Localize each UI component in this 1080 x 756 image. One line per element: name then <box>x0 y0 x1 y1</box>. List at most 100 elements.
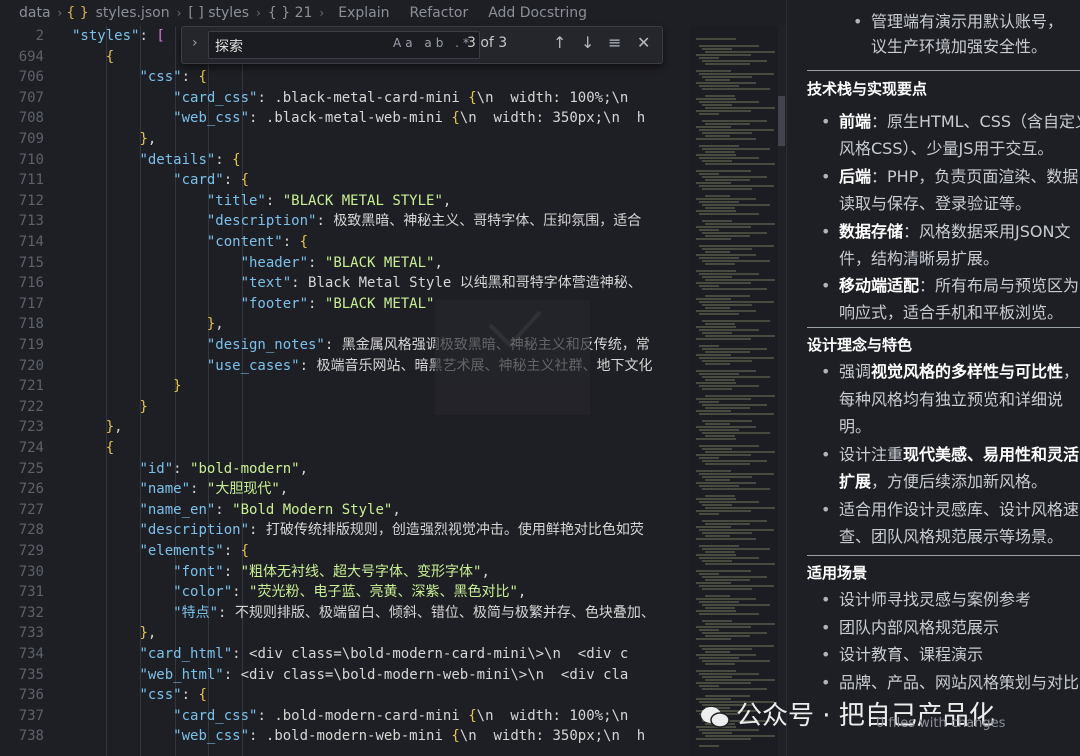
minimap-line <box>699 345 719 347</box>
codelens-explain[interactable]: Explain <box>328 5 399 21</box>
list-item-text: 议生产环境加强安全性。 <box>871 37 1048 56</box>
chat-panel[interactable]: • 管理端有演示用默认账号， 议生产环境加强安全性。 技术栈与实现要点 • 前端：原生HT… <box>786 0 1080 756</box>
code-line[interactable]: 709 }, <box>0 129 690 150</box>
scrollbar-thumb[interactable] <box>778 96 785 146</box>
code-line[interactable]: 724 { <box>0 438 690 459</box>
code-line[interactable]: 716 "text": Black Metal Style 以纯黑和哥特字体营造… <box>0 273 690 294</box>
minimap-line <box>705 507 775 509</box>
minimap-line <box>699 145 739 147</box>
code-line[interactable]: 726 "name": "大胆现代", <box>0 479 690 500</box>
minimap-line <box>705 463 750 465</box>
list-item: 议生产环境加强安全性。 <box>871 33 1047 61</box>
code-line[interactable]: 736 "css": { <box>0 685 690 706</box>
code-line[interactable]: 734 "card_html": <div class=\bold-modern… <box>0 644 690 665</box>
minimap-line <box>696 138 756 140</box>
close-icon[interactable]: ✕ <box>637 33 650 52</box>
minimap-line <box>702 88 770 90</box>
code-line[interactable]: 729 "elements": { <box>0 541 690 562</box>
code-line[interactable]: 706 "css": { <box>0 67 690 88</box>
minimap-line <box>702 732 732 734</box>
code-line[interactable]: 707 "card_css": .black-metal-card-mini {… <box>0 88 690 109</box>
minimap-line <box>702 76 752 78</box>
line-number: 735 <box>18 666 44 683</box>
list-item-text: ：PHP，负责页面渲染、数据 <box>871 167 1079 186</box>
code-line[interactable]: 714 "content": { <box>0 232 690 253</box>
minimap-line <box>699 185 774 187</box>
minimap-line <box>705 179 750 181</box>
list-item-text: 每种风格均有独立预览和详细说 <box>839 390 1064 409</box>
find-options-icons[interactable]: Aa ab .* <box>393 36 473 50</box>
arrow-up-icon[interactable]: ↑ <box>553 33 566 52</box>
minimap-line <box>696 254 756 256</box>
code-line[interactable]: 731 "color": "荧光粉、电子蓝、亮黄、深紫、黑色对比", <box>0 582 690 603</box>
list-item: • 移动端适配：所有布局与预览区为 <box>821 272 1079 300</box>
code-line[interactable]: 735 "web_html": <div class=\bold-modern-… <box>0 665 690 686</box>
minimap-line <box>702 120 767 122</box>
breadcrumb-folder[interactable]: data <box>16 5 54 21</box>
minimap[interactable] <box>690 26 778 756</box>
minimap-line <box>699 173 719 175</box>
arrow-down-icon[interactable]: ↓ <box>581 33 594 52</box>
codelens-add-docstring[interactable]: Add Docstring <box>478 5 597 21</box>
minimap-line <box>699 313 739 315</box>
minimap-line <box>696 282 751 284</box>
code-line[interactable]: 728 "description": 打破传统排版规则，创造强烈视觉冲击。使用鲜… <box>0 520 690 541</box>
minimap-line <box>699 113 719 115</box>
list-item: 风格CSS）、少量JS用于交互。 <box>839 135 1053 163</box>
code-line[interactable]: 715 "header": "BLACK METAL", <box>0 253 690 274</box>
code-line[interactable]: 710 "details": { <box>0 150 690 171</box>
code-line[interactable]: 732 "特点": 不规则排版、极端留白、倾斜、错位、极简与极繁并存、色块叠加、 <box>0 603 690 624</box>
code-line[interactable]: 737 "card_css": .bold-modern-card-mini {… <box>0 706 690 727</box>
bullet-icon: • <box>821 500 831 519</box>
find-in-selection-icon[interactable]: ≡ <box>608 33 621 52</box>
code-text: "name": "大胆现代", <box>139 481 289 498</box>
code-line[interactable]: 713 "description": 极致黑暗、神秘主义、哥特字体、压抑氛围，适… <box>0 211 690 232</box>
code-line[interactable]: 723 }, <box>0 417 690 438</box>
minimap-line <box>705 623 775 625</box>
find-widget[interactable]: › 探索 Aa ab .* 3 of 3 ↑ ↓ ≡ ✕ <box>181 26 663 64</box>
code-text: "card_css": .bold-modern-card-mini {\n w… <box>173 707 629 724</box>
minimap-line <box>702 348 767 350</box>
minimap-line <box>702 632 767 634</box>
line-number: 730 <box>18 563 44 580</box>
minimap-line <box>696 98 736 100</box>
code-line[interactable]: 727 "name_en": "Bold Modern Style", <box>0 500 690 521</box>
breadcrumb-object[interactable]: { } 21 <box>265 5 316 21</box>
list-item-text: ，方便后续添加新风格。 <box>871 472 1048 491</box>
list-item-text: 读取与保存、登录验证等。 <box>839 194 1032 213</box>
list-item-text: 件，结构清晰易扩展。 <box>839 249 1000 268</box>
line-number: 710 <box>18 151 44 168</box>
minimap-line <box>696 410 731 412</box>
code-line[interactable]: 730 "font": "粗体无衬线、超大号字体、变形字体", <box>0 562 690 583</box>
minimap-line <box>699 373 739 375</box>
code-line[interactable]: 738 "web_css": .bold-modern-web-mini {\n… <box>0 726 690 747</box>
minimap-line <box>705 735 775 737</box>
code-line[interactable]: 733 }, <box>0 623 690 644</box>
codelens-refactor[interactable]: Refactor <box>399 5 478 21</box>
minimap-line <box>705 523 750 525</box>
list-item: • 团队内部风格规范展示 <box>821 614 999 642</box>
minimap-line <box>702 276 732 278</box>
minimap-line <box>699 257 739 259</box>
breadcrumb-array[interactable]: [ ] styles <box>185 5 252 21</box>
line-number: 727 <box>18 501 44 518</box>
minimap-line <box>705 323 735 325</box>
line-number: 729 <box>18 543 44 559</box>
list-item: • 前端：原生HTML、CSS（含自定义 <box>821 108 1080 136</box>
scrollbar[interactable] <box>778 26 785 756</box>
code-line[interactable]: 708 "web_css": .black-metal-web-mini {\n… <box>0 108 690 129</box>
code-line[interactable]: 725 "id": "bold-modern", <box>0 459 690 480</box>
breadcrumb-file[interactable]: styles.json <box>93 5 173 21</box>
code-line[interactable]: 711 "card": { <box>0 170 690 191</box>
line-number: 738 <box>18 728 44 745</box>
minimap-line <box>696 426 756 428</box>
find-input[interactable]: 探索 Aa ab .* <box>208 31 480 59</box>
list-item-text: ：风格数据采用JSON文 <box>903 222 1071 241</box>
line-number: 712 <box>18 192 44 209</box>
minimap-line <box>702 148 770 150</box>
minimap-line <box>696 498 736 500</box>
code-line[interactable]: 712 "title": "BLACK METAL STYLE", <box>0 191 690 212</box>
code-editor[interactable]: data › { } styles.json › [ ] styles › { … <box>0 0 785 756</box>
toggle-replace-icon[interactable]: › <box>192 35 198 51</box>
minimap-line <box>705 435 735 437</box>
